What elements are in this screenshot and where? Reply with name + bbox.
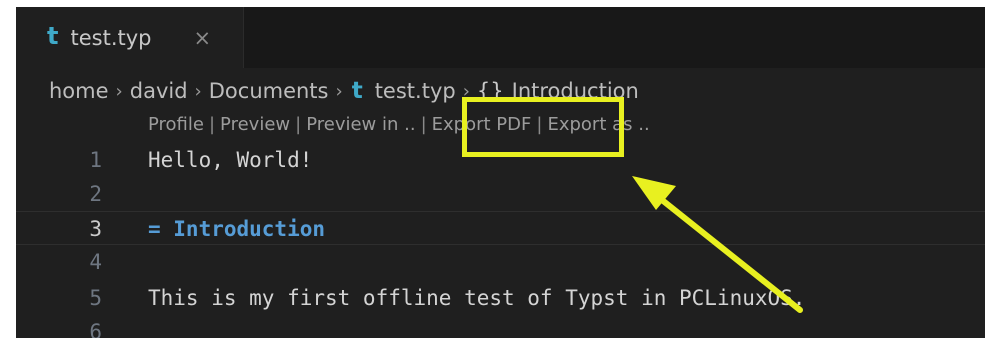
breadcrumb-item-home[interactable]: home	[49, 79, 109, 103]
line-number: 4	[89, 250, 102, 274]
line-number: 2	[89, 182, 102, 206]
breadcrumb-item-symbol[interactable]: Introduction	[512, 79, 639, 103]
tab-label: test.typ	[70, 25, 152, 50]
codelens-separator: |	[536, 114, 543, 135]
codelens-bar: Profile | Preview | Preview in .. | Export PDF…	[148, 114, 650, 140]
breadcrumb-item-david[interactable]: david	[130, 79, 188, 103]
code-line[interactable]: 2	[16, 177, 985, 211]
code-line[interactable]: 4	[16, 245, 985, 279]
breadcrumb-item-file[interactable]: test.typ	[375, 79, 456, 103]
line-number: 5	[89, 286, 102, 310]
code-line[interactable]: 5 This is my first offline test of Typst…	[16, 281, 985, 315]
editor-window: t test.typ × home › david › Documents › …	[16, 7, 985, 338]
chevron-right-icon: ›	[115, 80, 123, 102]
codelens-separator: |	[208, 114, 216, 135]
codelens-profile[interactable]: Profile	[148, 114, 204, 135]
code-line-active[interactable]: 3 = Introduction	[16, 211, 985, 245]
line-number: 1	[89, 148, 102, 172]
code-text: Hello, World!	[148, 148, 313, 172]
breadcrumb-item-documents[interactable]: Documents	[209, 79, 329, 103]
codelens-preview[interactable]: Preview	[220, 114, 290, 135]
chevron-right-icon: ›	[335, 80, 343, 102]
codelens-separator: |	[295, 114, 302, 135]
tab-bar: t test.typ ×	[16, 7, 985, 68]
chevron-right-icon: ›	[194, 80, 202, 102]
codelens-separator: |	[420, 114, 427, 135]
line-number: 3	[89, 217, 102, 241]
codelens-export-pdf[interactable]: Export PDF	[432, 114, 532, 135]
codelens-export-as[interactable]: Export as ..	[547, 114, 649, 135]
line-number: 6	[89, 320, 102, 338]
heading-text: = Introduction	[148, 217, 326, 241]
codelens-preview-in[interactable]: Preview in ..	[306, 114, 415, 135]
typst-file-icon: t	[47, 21, 59, 50]
tab-test-typ[interactable]: t test.typ ×	[16, 7, 244, 68]
chevron-right-icon: ›	[462, 80, 470, 102]
typst-file-icon: t	[351, 78, 363, 104]
breadcrumb: home › david › Documents › t test.typ › …	[49, 76, 639, 106]
code-text: This is my first offline test of Typst i…	[148, 286, 806, 310]
code-line[interactable]: 1 Hello, World!	[16, 143, 985, 177]
symbol-namespace-icon: {}	[476, 79, 504, 103]
close-icon[interactable]: ×	[193, 26, 211, 50]
code-line[interactable]: 6	[16, 315, 985, 338]
